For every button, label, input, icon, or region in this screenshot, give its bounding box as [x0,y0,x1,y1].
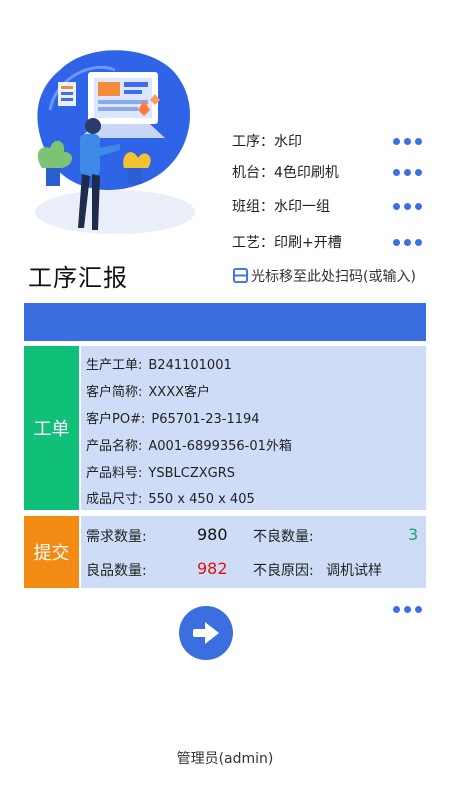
wo-field-key: 产品名称: [86,439,143,454]
info-process-label: 工序：水印 [232,134,302,150]
work-order-tag: 工单 [24,346,79,510]
ellipsis-icon[interactable] [393,166,425,178]
wo-field-key: 生产工单: [86,358,143,373]
wo-field-value: XXXX客户 [148,385,211,400]
submit-tag[interactable]: 提交 [24,516,79,588]
info-row-team: 班组：水印一组 [232,196,427,218]
wo-field-customer: 客户简称: XXXX客户 [86,381,210,400]
defect-qty-label: 不良数量: [253,529,314,545]
wo-field-value: A001-6899356-01外箱 [148,439,292,454]
info-row-process: 工序：水印 [232,131,427,153]
current-user: 管理员(admin) [176,751,274,767]
submit-button[interactable] [179,606,233,660]
page-title: 工序汇报 [28,264,128,292]
wo-field-product-name: 产品名称: A001-6899356-01外箱 [86,435,292,454]
defect-reason-label: 不良原因: [253,563,314,579]
wo-field-value: B241101001 [148,358,232,373]
work-order-panel: 工单 生产工单: B241101001 客户简称: XXXX客户 客户PO#: P65… [24,346,426,510]
submit-panel: 提交 需求数量: 980 不良数量: 3 良品数量: 982 不良原因: 调机试… [24,516,426,588]
ellipsis-icon[interactable] [393,603,425,615]
defect-qty-value[interactable]: 3 [408,525,418,544]
wo-field-value: P65701-23-1194 [151,412,260,427]
submit-details: 需求数量: 980 不良数量: 3 良品数量: 982 不良原因: 调机试样 [81,516,426,588]
info-craft-label: 工艺：印刷+开槽 [232,235,342,251]
wo-field-value: 550 x 450 x 405 [148,492,255,507]
ellipsis-icon[interactable] [393,135,425,147]
demand-qty-label: 需求数量: [86,529,147,545]
demand-qty-value: 980 [197,525,228,544]
ellipsis-icon[interactable] [393,236,425,248]
header-illustration [35,50,195,234]
wo-field-po: 客户PO#: P65701-23-1194 [86,408,260,427]
wo-field-key: 客户简称: [86,385,143,400]
scan-input-field[interactable] [24,303,426,341]
wo-field-size: 成品尺寸: 550 x 450 x 405 [86,488,255,507]
scan-hint-text: 光标移至此处扫码(或输入) [251,269,416,285]
wo-field-order: 生产工单: B241101001 [86,354,232,373]
good-qty-label: 良品数量: [86,563,147,579]
info-machine-label: 机台：4色印刷机 [232,165,339,181]
work-order-details: 生产工单: B241101001 客户简称: XXXX客户 客户PO#: P65701… [81,346,426,510]
wo-field-value: YSBLCZXGRS [148,466,235,481]
wo-field-key: 产品料号: [86,466,143,481]
info-team-label: 班组：水印一组 [232,199,330,215]
ellipsis-icon[interactable] [393,200,425,212]
arrow-right-icon [193,622,219,644]
defect-reason-value[interactable]: 调机试样 [326,560,382,580]
scan-icon [233,268,248,283]
scan-input-hint[interactable]: 光标移至此处扫码(或输入) [233,266,416,286]
good-qty-value[interactable]: 982 [197,559,228,578]
info-row-craft: 工艺：印刷+开槽 [232,232,427,254]
wo-field-key: 成品尺寸: [86,492,143,507]
wo-field-part-number: 产品料号: YSBLCZXGRS [86,462,235,481]
wo-field-key: 客户PO#: [86,412,146,427]
info-row-machine: 机台：4色印刷机 [232,162,427,184]
